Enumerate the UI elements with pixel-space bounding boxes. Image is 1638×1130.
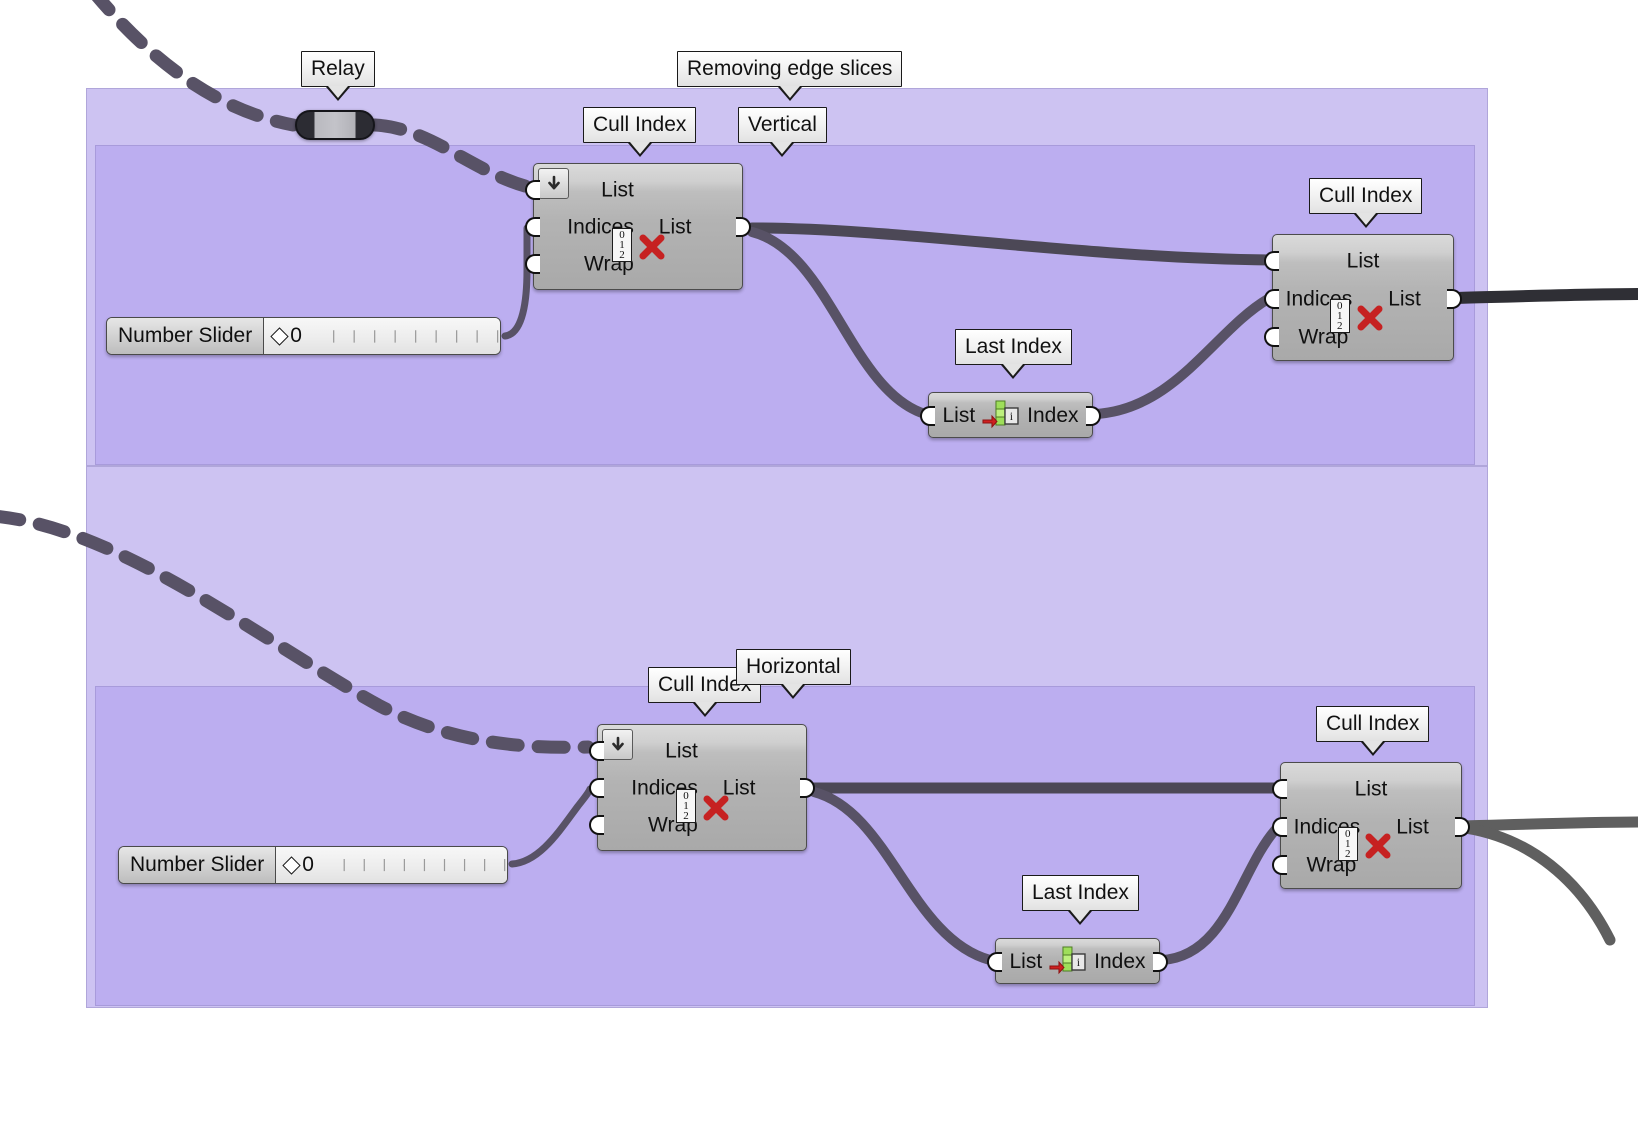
port-in-indices[interactable] [525,217,540,237]
port-in-indices[interactable] [1272,817,1287,837]
port-in-wrap[interactable] [525,254,540,274]
port-label-out-list: List [1396,815,1429,839]
label-cull-index-top-left-text: Cull Index [593,113,687,136]
label-horizontal-text: Horizontal [746,655,841,678]
port-in-list[interactable] [525,180,540,200]
port-label-list: List [1354,777,1388,801]
component-last-index-top[interactable]: List i Index [920,392,1101,438]
relay-node[interactable] [295,110,375,140]
number-slider-top-value: 0 [290,324,302,347]
component-cull-index-top-left[interactable]: List Indices Wrap List 0 1 2 [525,163,751,290]
cull-index-icon: 0 1 2 [676,788,729,823]
number-slider-top-track[interactable]: 0 [264,318,500,354]
port-label-list: List [665,739,698,763]
port-in-wrap[interactable] [1264,327,1279,347]
port-label-list: List [1009,949,1043,973]
label-cull-index-top-left: Cull Index [583,107,697,157]
digit-2: 2 [683,809,689,822]
red-x-icon [1365,833,1391,858]
port-in-indices[interactable] [1264,289,1279,309]
last-index-icon: i [980,400,1022,430]
number-strip-icon: 0 1 2 [1337,826,1358,861]
cull-index-icon: 0 1 2 [1329,298,1383,333]
label-cull-index-top-right-text: Cull Index [1319,184,1413,207]
port-in-wrap[interactable] [1272,855,1287,875]
port-label-index: Index [1094,949,1146,973]
port-in-list[interactable] [589,741,604,761]
number-slider-bottom-track[interactable]: 0 [276,847,507,883]
number-slider-bottom[interactable]: Number Slider 0 [118,846,508,884]
port-in-list[interactable] [920,406,935,426]
label-vertical: Vertical [738,107,827,157]
label-relay-text: Relay [311,57,365,80]
number-strip-icon: 0 1 2 [676,788,696,823]
number-strip-icon: 0 1 2 [612,227,632,262]
slider-diamond-handle-top[interactable] [270,326,289,346]
label-horizontal: Horizontal [736,649,851,699]
wire-cull-bottom-right-out-straight [1459,816,1638,832]
cull-index-icon: 0 1 2 [1337,826,1391,861]
port-label-list: List [942,403,976,427]
label-relay: Relay [301,51,375,101]
port-label-list: List [1346,249,1380,273]
number-slider-bottom-value-group: 0 [276,853,314,877]
label-removing-edge-slices: Removing edge slices [677,51,903,101]
label-last-index-bottom: Last Index [1022,875,1139,925]
label-last-index-bottom-text: Last Index [1032,881,1129,904]
flatten-arrow-icon[interactable] [538,168,569,199]
cull-index-icon: 0 1 2 [612,227,665,262]
digit-2: 2 [1337,319,1343,332]
slider-diamond-handle-bottom[interactable] [282,855,301,875]
port-in-list[interactable] [1264,251,1279,271]
label-last-index-top: Last Index [955,329,1072,379]
number-strip-icon: 0 1 2 [1329,298,1350,333]
port-in-list[interactable] [987,952,1002,972]
port-in-list[interactable] [1272,779,1287,799]
label-cull-index-bottom-right-text: Cull Index [1326,712,1420,735]
component-cull-index-top-right[interactable]: List Indices Wrap List 0 1 2 [1264,234,1462,361]
number-slider-top-value-group: 0 [264,324,302,348]
number-slider-bottom-value: 0 [302,853,314,876]
number-slider-top-label: Number Slider [107,318,265,354]
component-cull-index-bottom-left[interactable]: List Indices Wrap List 0 1 2 [589,724,815,851]
component-cull-index-bottom-right[interactable]: List Indices Wrap List 0 1 2 [1272,762,1470,889]
port-label-index: Index [1027,403,1079,427]
last-index-icon: i [1047,946,1089,976]
port-in-wrap[interactable] [589,815,604,835]
label-removing-edge-slices-text: Removing edge slices [687,57,893,80]
flatten-arrow-icon[interactable] [602,729,633,760]
label-last-index-top-text: Last Index [965,335,1062,358]
number-slider-bottom-label: Number Slider [119,847,277,883]
red-x-icon [1357,305,1383,330]
component-last-index-bottom[interactable]: List i Index [987,938,1168,984]
port-label-list: List [601,178,634,202]
port-in-indices[interactable] [589,778,604,798]
red-x-icon [639,234,665,259]
number-slider-top[interactable]: Number Slider 0 [106,317,501,355]
label-cull-index-bottom-right: Cull Index [1316,706,1430,756]
port-label-out-list: List [1388,287,1421,311]
grasshopper-canvas[interactable]: Relay Removing edge slices Cull Index Ve… [0,0,1638,1130]
digit-2: 2 [1345,847,1351,860]
label-cull-index-top-right: Cull Index [1309,178,1423,228]
red-x-icon [703,795,729,820]
label-vertical-text: Vertical [748,113,817,136]
digit-2: 2 [619,248,625,261]
